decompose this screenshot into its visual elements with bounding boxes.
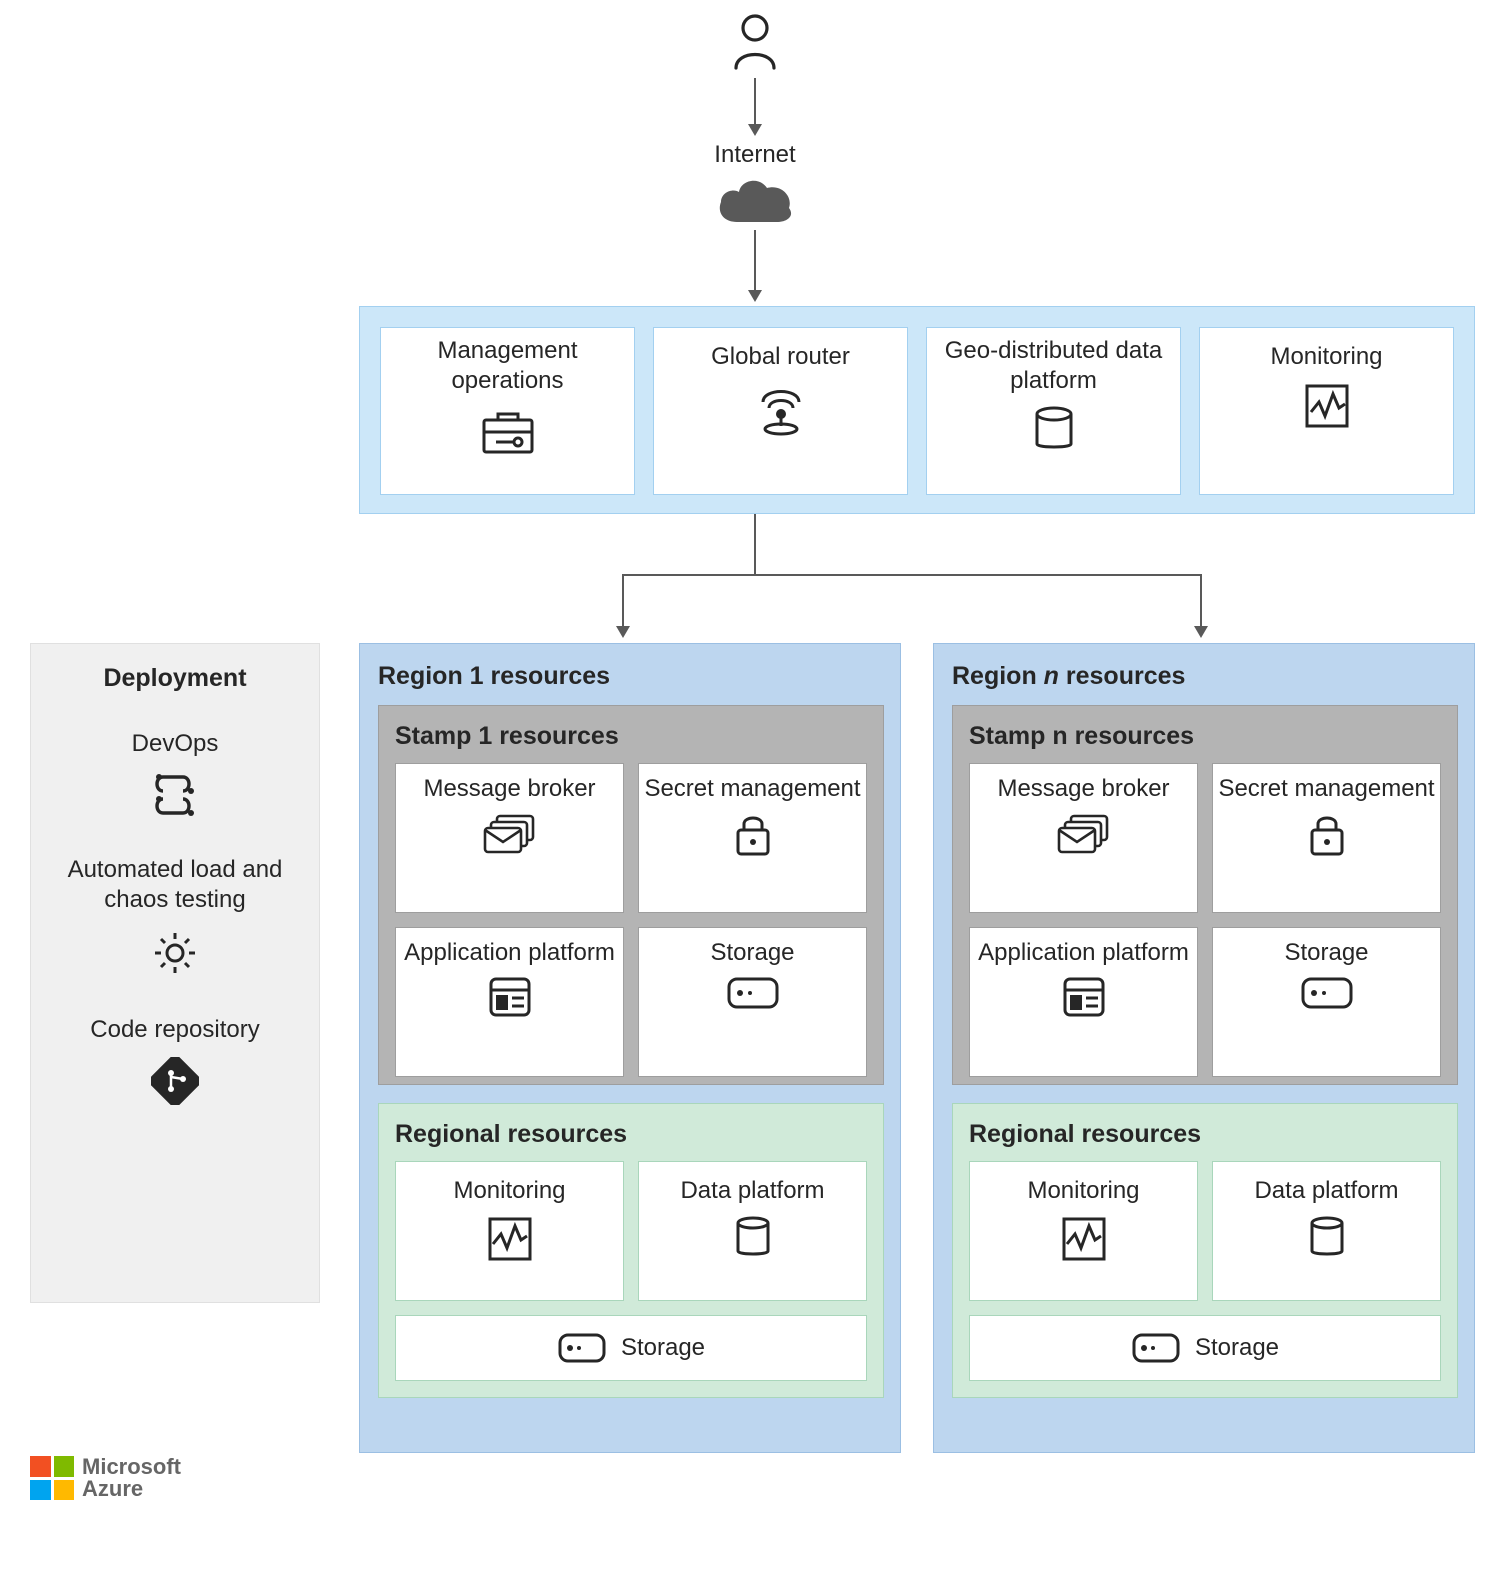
regional-storage-row: Storage	[395, 1315, 867, 1381]
internet-label: Internet	[655, 140, 855, 170]
storage-icon	[1300, 976, 1354, 1010]
secret-management-box: Secret management	[638, 763, 867, 913]
box-label: Global router	[711, 342, 850, 372]
box-label: Data platform	[680, 1176, 824, 1206]
devops-icon	[149, 771, 201, 819]
regional-resources-panel: Regional resources Monitoring Data platf…	[378, 1103, 884, 1398]
arrow-head-icon	[616, 626, 630, 638]
microsoft-logo-icon	[30, 1456, 74, 1500]
stamp-1-panel: Stamp 1 resources Message broker Secret …	[378, 705, 884, 1085]
cloud-icon	[715, 174, 795, 226]
management-operations-box: Management operations	[380, 327, 635, 495]
box-label: Monitoring	[1270, 342, 1382, 372]
regional-title: Regional resources	[969, 1120, 1441, 1149]
database-icon	[734, 1216, 772, 1258]
title-suffix: resources	[1059, 662, 1185, 690]
box-label: Message broker	[423, 774, 595, 804]
lock-icon	[1308, 812, 1346, 856]
item-label: DevOps	[132, 729, 219, 759]
global-resources-panel: Management operations Global router Geo-…	[359, 306, 1475, 514]
microsoft-azure-logo: Microsoft Azure	[30, 1456, 181, 1500]
arrow-line	[754, 230, 756, 292]
application-platform-box: Application platform	[395, 927, 624, 1077]
arrow-line	[622, 574, 624, 628]
storage-box: Storage	[638, 927, 867, 1077]
deployment-title: Deployment	[103, 664, 246, 693]
box-label: Geo-distributed data platform	[927, 336, 1180, 396]
region-title: Region n resources	[952, 662, 1456, 691]
storage-icon	[726, 976, 780, 1010]
region-n-panel: Region n resources Stamp n resources Mes…	[933, 643, 1475, 1453]
secret-management-box: Secret management	[1212, 763, 1441, 913]
stamp-title: Stamp n resources	[969, 722, 1441, 751]
arrow-head-icon	[748, 124, 762, 136]
box-label: Storage	[1195, 1333, 1279, 1363]
item-label: Code repository	[90, 1015, 259, 1045]
arrow-head-icon	[1194, 626, 1208, 638]
region-title: Region 1 resources	[378, 662, 882, 691]
brand-text-2: Azure	[82, 1478, 181, 1500]
arrow-head-icon	[748, 290, 762, 302]
storage-icon	[557, 1332, 607, 1364]
box-label: Message broker	[997, 774, 1169, 804]
box-label: Management operations	[381, 336, 634, 396]
deployment-panel: Deployment DevOps Automated load and cha…	[30, 643, 320, 1303]
application-platform-box: Application platform	[969, 927, 1198, 1077]
gear-icon	[149, 927, 201, 979]
monitoring-box: Monitoring	[1199, 327, 1454, 495]
region-1-panel: Region 1 resources Stamp 1 resources Mes…	[359, 643, 901, 1453]
database-icon	[1033, 406, 1075, 452]
title-n: n	[1044, 662, 1059, 690]
arrow-line	[754, 78, 756, 126]
database-icon	[1308, 1216, 1346, 1258]
storage-icon	[1131, 1332, 1181, 1364]
arrow-line	[622, 574, 1202, 576]
toolbox-icon	[480, 406, 536, 456]
monitoring-icon	[487, 1216, 533, 1262]
regional-data-box: Data platform	[638, 1161, 867, 1301]
arrow-line	[1200, 574, 1202, 628]
item-label: Automated load and chaos testing	[60, 855, 290, 915]
box-label: Storage	[621, 1333, 705, 1363]
monitoring-icon	[1061, 1216, 1107, 1262]
box-label: Storage	[1284, 938, 1368, 968]
testing-item: Automated load and chaos testing	[60, 855, 290, 979]
router-icon	[753, 382, 809, 436]
arrow-line	[754, 514, 756, 574]
box-label: Data platform	[1254, 1176, 1398, 1206]
regional-resources-panel: Regional resources Monitoring Data platf…	[952, 1103, 1458, 1398]
box-label: Application platform	[404, 938, 615, 968]
global-router-box: Global router	[653, 327, 908, 495]
stamp-title: Stamp 1 resources	[395, 722, 867, 751]
repo-item: Code repository	[90, 1015, 259, 1105]
monitoring-icon	[1303, 382, 1351, 430]
message-icon	[483, 812, 537, 854]
box-label: Monitoring	[1027, 1176, 1139, 1206]
regional-data-box: Data platform	[1212, 1161, 1441, 1301]
box-label: Storage	[710, 938, 794, 968]
message-broker-box: Message broker	[969, 763, 1198, 913]
app-platform-icon	[488, 976, 532, 1018]
regional-storage-row: Storage	[969, 1315, 1441, 1381]
box-label: Monitoring	[453, 1176, 565, 1206]
stamp-n-panel: Stamp n resources Message broker Secret …	[952, 705, 1458, 1085]
box-label: Secret management	[1218, 774, 1434, 804]
box-label: Secret management	[644, 774, 860, 804]
regional-monitoring-box: Monitoring	[969, 1161, 1198, 1301]
title-prefix: Region	[952, 662, 1044, 690]
lock-icon	[734, 812, 772, 856]
message-broker-box: Message broker	[395, 763, 624, 913]
storage-box: Storage	[1212, 927, 1441, 1077]
git-icon	[151, 1057, 199, 1105]
app-platform-icon	[1062, 976, 1106, 1018]
message-icon	[1057, 812, 1111, 854]
regional-monitoring-box: Monitoring	[395, 1161, 624, 1301]
user-icon	[723, 14, 787, 70]
devops-item: DevOps	[132, 729, 219, 819]
box-label: Application platform	[978, 938, 1189, 968]
regional-title: Regional resources	[395, 1120, 867, 1149]
geo-data-platform-box: Geo-distributed data platform	[926, 327, 1181, 495]
brand-text-1: Microsoft	[82, 1456, 181, 1478]
